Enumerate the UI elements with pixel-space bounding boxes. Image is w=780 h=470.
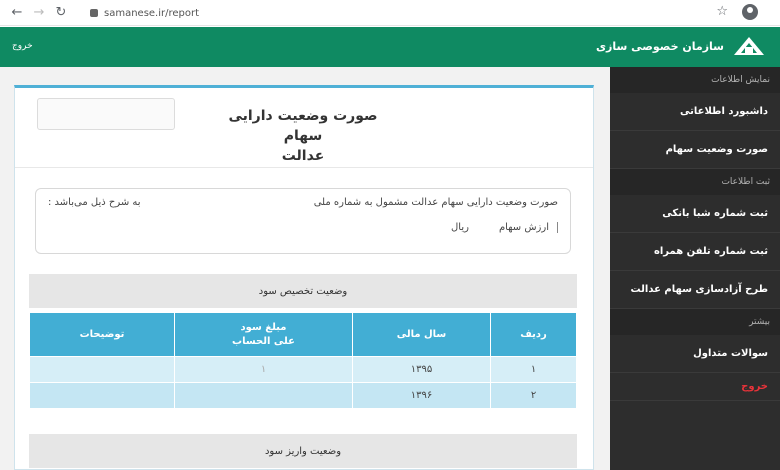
forward-button[interactable]: → (28, 2, 50, 24)
share-value-label: ارزش سهام (499, 222, 558, 233)
report-panel: صورت وضعیت دارایی سهام عدالت صورت وضعیت … (14, 85, 594, 470)
url-text: samanese.ir/report (104, 7, 200, 19)
sidebar-item-logout[interactable]: خروج (610, 373, 780, 401)
currency-label: ریال (451, 222, 469, 233)
col-row: ردیف (490, 312, 577, 357)
section-allocation-heading: وضعیت تخصیص سود (29, 274, 577, 308)
reload-button[interactable]: ↻ (50, 2, 72, 24)
sidebar-item-faq[interactable]: سوالات متداول (610, 335, 780, 373)
section-deposit-heading: وضعیت واریز سود (29, 434, 577, 468)
table-row: ۱ ۱۳۹۵ ۱ (29, 356, 577, 383)
back-button[interactable]: ← (6, 2, 28, 24)
sidebar-item-sheba[interactable]: ثبت شماره شبا بانکی (610, 195, 780, 233)
col-year: سال مالی (352, 312, 491, 357)
app-header: سازمان خصوصی سازی خروج (0, 27, 780, 67)
brand-name: سازمان خصوصی سازی (595, 39, 724, 53)
page-title: صورت وضعیت دارایی سهام عدالت (228, 108, 378, 164)
col-amount: مبلغ سود علی الحساب (174, 312, 353, 357)
redacted-box (37, 98, 175, 130)
sidebar-item-phone[interactable]: ثبت شماره تلفن همراه (610, 233, 780, 271)
main-content: صورت وضعیت دارایی سهام عدالت صورت وضعیت … (0, 67, 610, 470)
sidebar-item-dashboard[interactable]: داشبورد اطلاعاتی (610, 93, 780, 131)
report-header: صورت وضعیت دارایی سهام عدالت (15, 88, 593, 168)
sidebar-heading-register: ثبت اطلاعات (610, 169, 780, 195)
lock-icon (90, 9, 98, 17)
account-icon[interactable] (742, 4, 758, 20)
logo-icon (732, 35, 766, 57)
info-text: صورت وضعیت دارایی سهام عدالت مشمول به شم… (313, 197, 558, 208)
brand[interactable]: سازمان خصوصی سازی (596, 35, 766, 57)
sidebar: نمایش اطلاعات داشبورد اطلاعاتی صورت وضعی… (610, 67, 780, 470)
star-icon[interactable]: ☆ (716, 4, 728, 19)
sidebar-heading-display: نمایش اطلاعات (610, 67, 780, 93)
address-bar[interactable]: samanese.ir/report (90, 4, 720, 22)
info-box: صورت وضعیت دارایی سهام عدالت مشمول به شم… (35, 188, 571, 254)
header-logout-link[interactable]: خروج (12, 41, 33, 51)
table-row: ۲ ۱۳۹۶ (29, 382, 577, 409)
sidebar-item-release-plan[interactable]: طرح آزادسازی سهام عدالت (610, 271, 780, 309)
profit-table: ردیف سال مالی مبلغ سود علی الحساب توضیحا… (29, 312, 577, 409)
sidebar-heading-more: بیشتر (610, 309, 780, 335)
sidebar-item-status-report[interactable]: صورت وضعیت سهام (610, 131, 780, 169)
info-suffix: به شرح ذیل می‌باشد : (48, 197, 141, 208)
col-notes: توضیحات (29, 312, 175, 357)
browser-toolbar: ← → ↻ samanese.ir/report ☆ (0, 0, 780, 26)
